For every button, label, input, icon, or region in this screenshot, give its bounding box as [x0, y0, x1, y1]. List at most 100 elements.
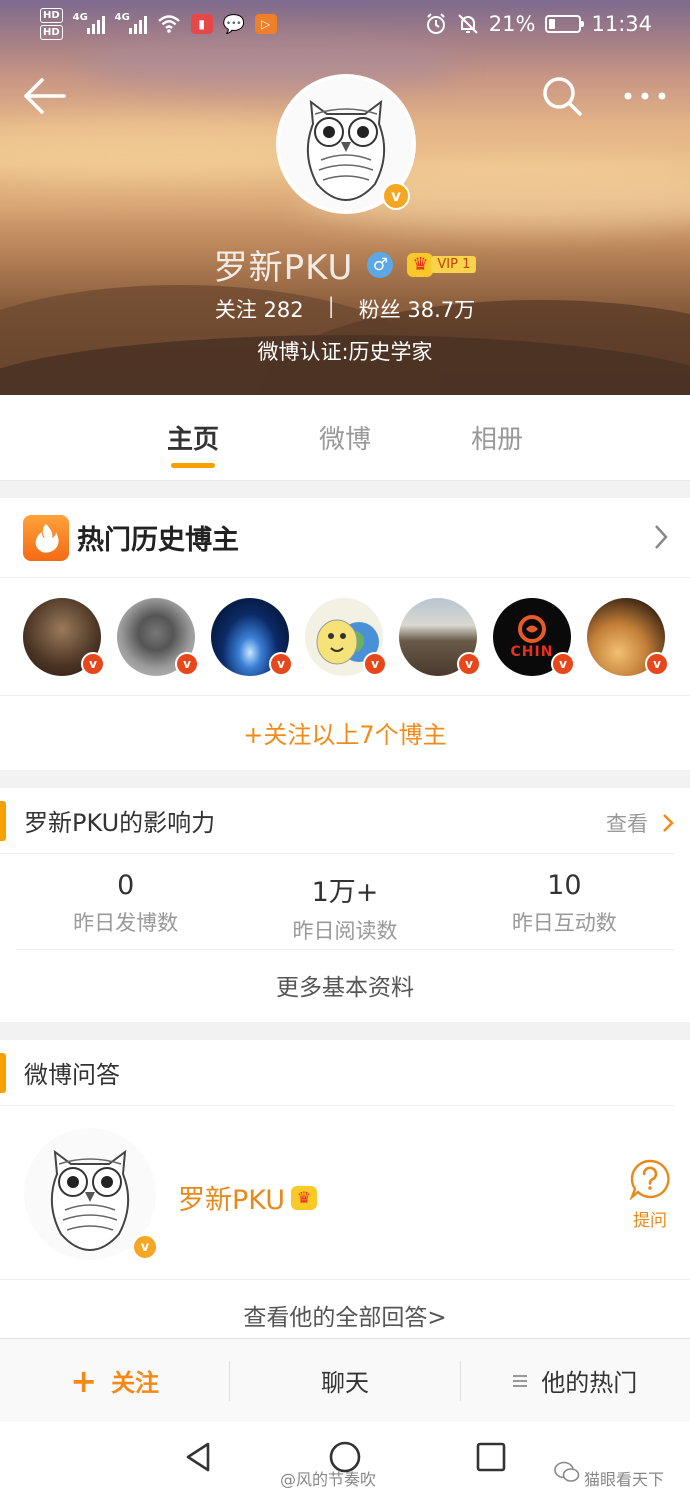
- verified-badge-icon: v: [645, 651, 669, 676]
- chat-bubble-icon: 💬: [222, 13, 245, 35]
- metric-value: 0: [117, 870, 135, 901]
- wifi-icon: [157, 15, 180, 33]
- verified-badge-icon: v: [175, 651, 199, 676]
- verified-badge-icon: v: [363, 651, 387, 676]
- metric-value: 1万+: [311, 877, 379, 908]
- qa-user-name[interactable]: 罗新PKU ♛: [178, 1178, 318, 1217]
- blogger-avatar[interactable]: v: [23, 597, 105, 676]
- mute-bell-icon: [458, 14, 478, 34]
- fans-count: 38.7万: [407, 298, 476, 322]
- metric-posts: 0 昨日发博数: [16, 854, 235, 949]
- fans-stat[interactable]: 粉丝 38.7万: [359, 294, 475, 324]
- chevron-right-icon: [663, 814, 674, 832]
- more-dots-icon[interactable]: [620, 74, 670, 118]
- following-label: 关注: [214, 298, 257, 322]
- network-type: 4G: [114, 12, 130, 23]
- wechat-icon: [554, 1461, 580, 1482]
- more-info-button[interactable]: 更多基本资料: [0, 950, 690, 1020]
- verified-badge-icon: v: [382, 182, 410, 210]
- hd-icon: HD HD: [40, 8, 63, 40]
- back-triangle-icon[interactable]: [182, 1440, 216, 1474]
- profile-name: 罗新PKU: [213, 248, 354, 288]
- qa-profile: v 罗新PKU ♛ 提问: [0, 1106, 690, 1280]
- hot-bloggers-title: 热门历史博主: [77, 525, 239, 556]
- section-accent-bar: [0, 800, 6, 841]
- battery-icon: [545, 15, 585, 33]
- blogger-avatar[interactable]: v: [117, 597, 199, 676]
- battery-percent: 21%: [488, 12, 536, 36]
- avatar-text: CHIN: [510, 643, 554, 660]
- metric-value: 10: [547, 870, 582, 901]
- chat-button[interactable]: 聊天: [229, 1360, 459, 1401]
- following-count: 282: [263, 298, 304, 322]
- hd-tag: HD: [40, 25, 63, 40]
- follow-stats: 关注 282 | 粉丝 38.7万: [0, 294, 690, 324]
- tab-weibo[interactable]: 微博: [319, 395, 371, 480]
- section-accent-bar: [0, 1052, 6, 1093]
- metric-interactions: 10 昨日互动数: [455, 854, 674, 949]
- following-stat[interactable]: 关注 282: [215, 294, 304, 324]
- hot-posts-label: 他的热门: [541, 1369, 638, 1397]
- vip-label: VIP 1: [431, 256, 477, 273]
- blogger-avatar[interactable]: v: [211, 597, 293, 676]
- metric-label: 昨日发博数: [73, 911, 179, 935]
- qa-card: 微博问答 v 罗新PKU ♛ 提问 查看他的全部回答>: [0, 1040, 690, 1338]
- fans-label: 粉丝: [358, 298, 401, 322]
- news-app-icon: ▮: [190, 14, 213, 34]
- crown-icon: ♛: [291, 1185, 318, 1210]
- stat-separator: |: [327, 294, 335, 318]
- follow-all-button[interactable]: +关注以上7个博主: [0, 696, 690, 768]
- owl-avatar-icon: [50, 1149, 130, 1252]
- ask-question-button[interactable]: 提问: [628, 1158, 672, 1231]
- verified-badge-icon: v: [551, 651, 575, 676]
- crown-icon: ♛: [407, 252, 434, 277]
- view-label: 查看: [606, 812, 648, 836]
- influence-card: 罗新PKU的影响力 查看 0 昨日发博数 1万+ 昨日阅读数 10 昨日互动数 …: [0, 788, 690, 1022]
- arrow-left-icon[interactable]: [22, 74, 68, 118]
- male-gender-icon: ♂: [367, 251, 394, 278]
- verified-badge-icon: v: [457, 651, 481, 676]
- blogger-avatar[interactable]: v: [305, 597, 387, 676]
- view-influence-link[interactable]: 查看: [606, 808, 674, 838]
- recent-apps-square-icon[interactable]: [474, 1440, 508, 1474]
- video-app-icon: ▷: [254, 14, 277, 34]
- blogger-avatar[interactable]: v: [399, 597, 481, 676]
- certification-text: 微博认证:历史学家: [257, 340, 433, 364]
- question-bubble-icon: [629, 1159, 670, 1201]
- search-icon[interactable]: [540, 74, 584, 118]
- watermark-left: @风的节奏吹: [280, 1470, 377, 1489]
- network-type: 4G: [72, 12, 88, 23]
- tab-album[interactable]: 相册: [471, 395, 523, 480]
- metric-label: 昨日互动数: [511, 911, 617, 935]
- blogger-avatar[interactable]: CHIN v: [493, 597, 575, 676]
- bottom-action-bar: + 关注 聊天 他的热门: [0, 1338, 690, 1422]
- menu-lines-icon: [513, 1374, 528, 1387]
- chevron-right-icon: [655, 525, 668, 549]
- influence-header: 罗新PKU的影响力 查看: [0, 788, 674, 854]
- hot-posts-button[interactable]: 他的热门: [459, 1360, 690, 1401]
- name-row: 罗新PKU ♂ ♛ VIP 1: [0, 240, 690, 289]
- status-bar: HD HD 4G 4G ▮ 💬 ▷ 21% 11:34: [0, 0, 690, 54]
- watermark-right: 猫眼看天下: [584, 1470, 665, 1489]
- follow-label: 关注: [111, 1369, 160, 1397]
- profile-avatar[interactable]: v: [276, 74, 416, 214]
- verified-badge-icon: v: [132, 1234, 158, 1260]
- metric-label: 昨日阅读数: [292, 919, 398, 943]
- hot-bloggers-header[interactable]: 热门历史博主: [0, 498, 690, 578]
- follow-button[interactable]: + 关注: [0, 1361, 229, 1401]
- qa-title: 微博问答: [24, 1061, 120, 1089]
- plus-icon: +: [70, 1361, 98, 1400]
- blogger-avatar[interactable]: v: [587, 597, 669, 676]
- influence-metrics: 0 昨日发博数 1万+ 昨日阅读数 10 昨日互动数: [16, 854, 674, 950]
- vip-badge[interactable]: ♛ VIP 1: [407, 252, 477, 277]
- hd-tag: HD: [40, 8, 63, 23]
- qa-name-text: 罗新PKU: [178, 1185, 286, 1216]
- signal-icon: 4G: [72, 12, 105, 34]
- metric-reads: 1万+ 昨日阅读数: [235, 854, 454, 949]
- ask-label: 提问: [633, 1211, 667, 1231]
- chat-label: 聊天: [320, 1369, 369, 1397]
- clock: 11:34: [591, 12, 652, 36]
- tab-home[interactable]: 主页: [167, 395, 219, 480]
- influence-title: 罗新PKU的影响力: [24, 809, 216, 837]
- profile-header: HD HD 4G 4G ▮ 💬 ▷ 21% 11:34 v 罗新PKU ♂ ♛ …: [0, 0, 690, 395]
